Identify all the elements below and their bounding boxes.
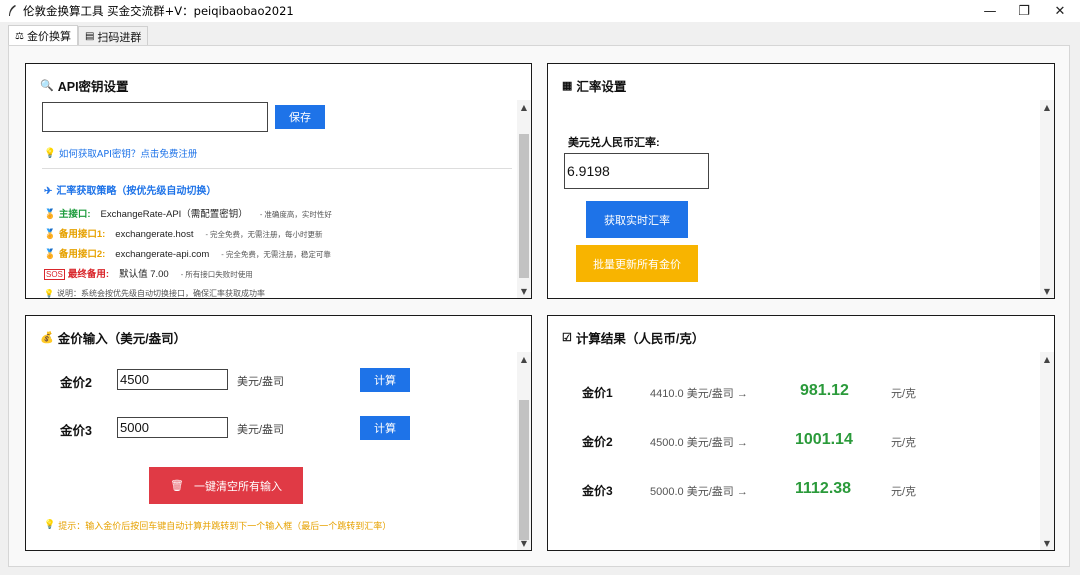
result-value: 1001.14 <box>795 431 853 448</box>
gold-price-input[interactable]: 5000 <box>117 417 228 438</box>
medal-icon: 🏅 <box>44 249 56 260</box>
divider <box>42 168 512 169</box>
scroll-thumb[interactable] <box>519 400 529 540</box>
save-button[interactable]: 保存 <box>275 105 325 129</box>
result-input: 4410.0 美元/盎司 → <box>650 388 748 400</box>
feather-icon <box>9 5 16 16</box>
chart-icon: ☑ <box>562 332 572 344</box>
result-unit: 元/克 <box>891 437 917 449</box>
source-row: 🏅 主接口: ExchangeRate-API（需配置密钥） - 准确度高，实时… <box>44 209 332 220</box>
scroll-down-icon[interactable]: ▼ <box>1040 284 1054 298</box>
gold-input-panel: 💰 金价输入（美元/盎司） 金价2 4500 美元/盎司 计算 金价3 5000… <box>25 315 532 551</box>
key-icon: 🔍 <box>40 80 54 92</box>
result-label: 金价3 <box>582 484 613 498</box>
source-row: SOS 最终备用: 默认值 7.00 - 所有接口失败时使用 <box>44 269 253 280</box>
result-input: 5000.0 美元/盎司 → <box>650 486 748 498</box>
input-panel-title: 金价输入（美元/盎司） <box>57 332 187 346</box>
api-key-panel: 🔍 API密钥设置 保存 💡 如何获取API密钥？点击免费注册 ✈ 汇率获取策略… <box>25 63 532 299</box>
calculate-button[interactable]: 计算 <box>360 368 410 392</box>
result-panel: ☑ 计算结果（人民币/克） 金价1 4410.0 美元/盎司 → 981.12 … <box>547 315 1055 551</box>
rate-label: 美元兑人民币汇率: <box>568 137 660 149</box>
result-value: 981.12 <box>800 382 849 399</box>
unit-label: 美元/盎司 <box>237 424 285 436</box>
scroll-up-icon[interactable]: ▲ <box>517 352 531 366</box>
panel-title: ☑ 计算结果（人民币/克） <box>562 328 704 347</box>
result-label: 金价1 <box>582 386 613 400</box>
tab-join-group[interactable]: ▤ 扫码进群 <box>77 26 149 46</box>
tab-bar: ⚖ 金价换算 ▤ 扫码进群 <box>8 25 149 46</box>
tab-label: 金价换算 <box>26 30 71 43</box>
trash-icon: 🗑 <box>170 480 184 492</box>
register-link[interactable]: 💡 如何获取API密钥？点击免费注册 <box>44 146 198 161</box>
medal-icon: 🏅 <box>44 229 56 240</box>
medal-icon: 🏅 <box>44 209 56 220</box>
api-panel-scrollbar[interactable]: ▲ ▼ <box>517 100 531 298</box>
result-value: 1112.38 <box>795 480 852 497</box>
lightbulb-icon: 💡 <box>44 289 54 298</box>
restore-button[interactable]: ❐ <box>1004 0 1044 22</box>
window-title: 伦敦金换算工具 买金交流群+V：peiqibaobao2021 <box>23 4 294 18</box>
panel-title: 💰 金价输入（美元/盎司） <box>40 328 186 347</box>
note: 💡 说明：系统会按优先级自动切换接口，确保汇率获取成功率 <box>44 289 265 298</box>
result-input: 4500.0 美元/盎司 → <box>650 437 748 449</box>
notebook-area: 🔍 API密钥设置 保存 💡 如何获取API密钥？点击免费注册 ✈ 汇率获取策略… <box>8 45 1070 567</box>
api-key-input[interactable] <box>42 102 268 132</box>
result-label: 金价2 <box>582 435 613 449</box>
input-panel-scrollbar[interactable]: ▲ ▼ <box>517 352 531 550</box>
panel-title: 🔍 API密钥设置 <box>40 76 129 95</box>
lightbulb-icon: 💡 <box>44 147 56 159</box>
money-bag-icon: 💰 <box>40 332 54 344</box>
scale-icon: ⚖ <box>15 30 24 42</box>
gold-row-label: 金价3 <box>60 424 92 438</box>
fetch-rate-button[interactable]: 获取实时汇率 <box>586 201 688 238</box>
calculator-icon: ▦ <box>562 80 573 92</box>
strategy-icon: ✈ <box>44 186 53 197</box>
title-bar: 伦敦金换算工具 买金交流群+V：peiqibaobao2021 — ❐ ✕ <box>0 0 1080 22</box>
source-row: 🏅 备用接口1: exchangerate.host - 完全免费，无需注册，每… <box>44 229 323 240</box>
batch-update-button[interactable]: 批量更新所有金价 <box>576 245 698 282</box>
result-unit: 元/克 <box>891 388 917 400</box>
gold-price-input[interactable]: 4500 <box>117 369 228 390</box>
panel-title: ▦ 汇率设置 <box>562 76 626 95</box>
scroll-thumb[interactable] <box>519 134 529 278</box>
sos-icon: SOS <box>44 269 65 280</box>
page-icon: ▤ <box>84 31 95 42</box>
strategy-title: ✈ 汇率获取策略（按优先级自动切换） <box>44 186 217 197</box>
scroll-up-icon[interactable]: ▲ <box>517 100 531 114</box>
scroll-up-icon[interactable]: ▲ <box>1040 352 1054 366</box>
result-unit: 元/克 <box>891 486 917 498</box>
source-row: 🏅 备用接口2: exchangerate-api.com - 完全免费，无需注… <box>44 249 331 260</box>
lightbulb-icon: 💡 <box>44 519 56 529</box>
tip-text: 💡 提示：输入金价后按回车键自动计算并跳转到下一个输入框（最后一个跳转到汇率） <box>44 519 392 531</box>
unit-label: 美元/盎司 <box>237 376 285 388</box>
tab-label: 扫码进群 <box>97 30 142 44</box>
api-panel-title: API密钥设置 <box>57 80 129 94</box>
clear-all-button[interactable]: 🗑 一键清空所有输入 <box>149 467 303 504</box>
close-button[interactable]: ✕ <box>1040 0 1080 22</box>
scroll-down-icon[interactable]: ▼ <box>1040 536 1054 550</box>
rate-panel: ▦ 汇率设置 美元兑人民币汇率: 6.9198 获取实时汇率 批量更新所有金价 … <box>547 63 1055 299</box>
scroll-down-icon[interactable]: ▼ <box>517 536 531 550</box>
rate-panel-title: 汇率设置 <box>576 80 627 94</box>
calculate-button[interactable]: 计算 <box>360 416 410 440</box>
register-link-text: 如何获取API密钥？点击免费注册 <box>58 149 198 160</box>
rate-input[interactable]: 6.9198 <box>564 153 709 189</box>
scroll-up-icon[interactable]: ▲ <box>1040 100 1054 114</box>
gold-row-label: 金价2 <box>60 376 92 390</box>
result-panel-title: 计算结果（人民币/克） <box>575 332 705 346</box>
rate-panel-scrollbar[interactable]: ▲ ▼ <box>1040 100 1054 298</box>
tab-gold-conversion[interactable]: ⚖ 金价换算 <box>8 25 78 46</box>
result-panel-scrollbar[interactable]: ▲ ▼ <box>1040 352 1054 550</box>
scroll-down-icon[interactable]: ▼ <box>517 284 531 298</box>
